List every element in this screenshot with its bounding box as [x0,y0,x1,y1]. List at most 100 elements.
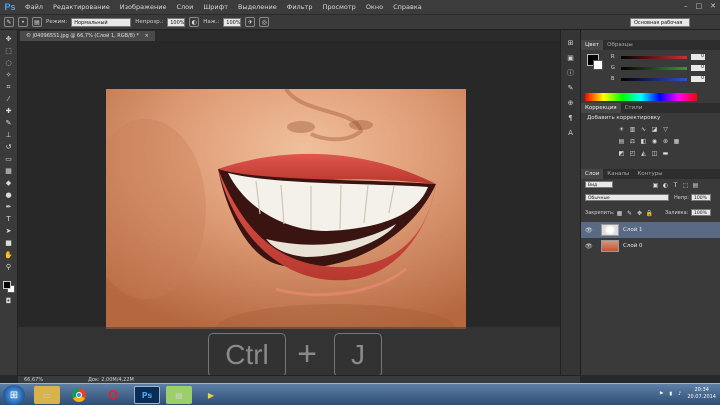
character-panel-icon[interactable]: A [565,128,576,137]
green-value[interactable]: 0 [691,65,705,71]
quick-select-icon[interactable]: ✧ [3,70,15,80]
fill-field[interactable]: 100% [691,209,711,216]
blue-value[interactable]: 0 [691,76,705,82]
network-icon[interactable]: ▮ [669,391,672,397]
photo-filter-icon[interactable]: ◉ [650,137,659,145]
lock-image-icon[interactable]: ✎ [625,209,634,217]
brush-panel-toggle-icon[interactable]: ▤ [32,17,42,27]
eraser-icon[interactable]: ▭ [3,154,15,164]
brush-preset-picker[interactable]: • [18,17,28,27]
shape-icon[interactable]: ■ [3,238,15,248]
menu-window[interactable]: Окно [361,0,388,14]
clock[interactable]: 20:34 20.07.2014 [687,387,716,401]
opacity-field[interactable]: 100% [167,17,186,27]
exposure-icon[interactable]: ◪ [650,125,659,133]
archive-icon[interactable]: ▤ [166,386,192,404]
healing-icon[interactable]: ✚ [3,106,15,116]
blur-icon[interactable]: ◆ [3,178,15,188]
vibrance-icon[interactable]: ▽ [661,125,670,133]
lock-position-icon[interactable]: ✥ [635,209,644,217]
foreground-color-swatch[interactable] [2,281,11,289]
photoshop-icon[interactable]: Ps [134,386,160,404]
filter-type-icon[interactable]: T [671,181,680,189]
menu-help[interactable]: Справка [388,0,427,14]
brush-panel-icon[interactable]: ✎ [565,83,576,92]
pen-icon[interactable]: ✒ [3,202,15,212]
tab-swatches[interactable]: Образцы [603,40,637,50]
filter-pixel-icon[interactable]: ▣ [651,181,660,189]
zoom-icon[interactable]: ⚲ [3,262,15,272]
mode-select[interactable]: Нормальный [71,17,132,27]
opera-icon[interactable]: O [100,386,126,404]
color-swatches[interactable] [2,280,16,294]
bg-color-chip[interactable] [593,60,603,70]
lock-all-icon[interactable]: 🔒 [645,209,654,217]
menu-filter[interactable]: Фильтр [282,0,318,14]
document-image[interactable] [106,89,466,329]
size-pressure-icon[interactable]: ◎ [259,17,270,27]
tab-layers[interactable]: Слои [581,169,604,179]
minimize-button[interactable]: – [684,2,688,10]
gradient-map-icon[interactable]: ▬ [661,149,670,157]
black-white-icon[interactable]: ◧ [639,137,648,145]
flag-icon[interactable]: ⚑ [659,391,663,397]
tab-styles[interactable]: Стили [621,103,647,113]
filter-adjust-icon[interactable]: ◐ [661,181,670,189]
layer-row-1[interactable]: 👁 Слой 1 [581,222,720,238]
history-panel-icon[interactable]: ⊞ [565,38,576,47]
start-button[interactable]: ⊞ [3,385,25,405]
blend-mode-select[interactable]: Обычные [585,194,669,201]
document-tab[interactable]: © j04096551.jpg @ 66,7% (Слой 1, RGB/8) … [20,31,155,41]
color-spectrum[interactable] [585,93,697,101]
gradient-icon[interactable]: ▦ [3,166,15,176]
tab-adjustments[interactable]: Коррекция [581,103,621,113]
airbrush-icon[interactable]: ✈ [245,17,256,27]
canvas-area[interactable] [18,41,580,375]
kind-filter-select[interactable]: Вид [585,181,613,188]
flow-field[interactable]: 100% [223,17,242,27]
marquee-icon[interactable]: ⬚ [3,46,15,56]
brightness-icon[interactable]: ☀ [617,125,626,133]
threshold-icon[interactable]: ◭ [639,149,648,157]
tab-paths[interactable]: Контуры [633,169,666,179]
video-icon[interactable]: ▶ [198,386,224,404]
layer-row-0[interactable]: 👁 Слой 0 [581,238,720,254]
opacity-pressure-icon[interactable]: ◐ [189,17,200,27]
type-icon[interactable]: T [3,214,15,224]
blue-slider[interactable] [621,77,687,81]
workspace-select[interactable]: Основная рабочая среда [630,18,690,35]
info-panel-icon[interactable]: ⓘ [565,68,576,77]
menu-type[interactable]: Шрифт [198,0,233,14]
move-icon[interactable]: ✥ [3,34,15,44]
eyedropper-icon[interactable]: ⁄ [3,94,15,104]
menu-file[interactable]: Файл [20,0,48,14]
chrome-icon[interactable] [66,386,92,404]
tab-channels[interactable]: Каналы [603,169,633,179]
paragraph-panel-icon[interactable]: ¶ [565,113,576,122]
path-select-icon[interactable]: ➤ [3,226,15,236]
dodge-icon[interactable]: ● [3,190,15,200]
layer-name[interactable]: Слой 1 [623,227,643,233]
menu-view[interactable]: Просмотр [317,0,360,14]
stamp-icon[interactable]: ⊥ [3,130,15,140]
quick-mask-icon[interactable]: ◘ [3,296,15,306]
explorer-icon[interactable]: ▭ [34,386,60,404]
levels-icon[interactable]: ▥ [628,125,637,133]
menu-image[interactable]: Изображение [115,0,172,14]
red-value[interactable]: 0 [691,54,705,60]
properties-panel-icon[interactable]: ▣ [565,53,576,62]
menu-edit[interactable]: Редактирование [48,0,115,14]
maximize-button[interactable]: □ [696,2,703,10]
lasso-icon[interactable]: ◌ [3,58,15,68]
clone-source-icon[interactable]: ⊕ [565,98,576,107]
filter-shape-icon[interactable]: ⬚ [681,181,690,189]
filter-smart-icon[interactable]: ▤ [691,181,700,189]
invert-icon[interactable]: ◩ [617,149,626,157]
layer-name[interactable]: Слой 0 [623,243,643,249]
tab-color[interactable]: Цвет [581,40,604,50]
lock-transparent-icon[interactable]: ▦ [615,209,624,217]
hue-saturation-icon[interactable]: ▤ [617,137,626,145]
visibility-eye-icon[interactable]: 👁 [585,243,595,250]
menu-layers[interactable]: Слои [171,0,198,14]
color-lookup-icon[interactable]: ▦ [672,137,681,145]
